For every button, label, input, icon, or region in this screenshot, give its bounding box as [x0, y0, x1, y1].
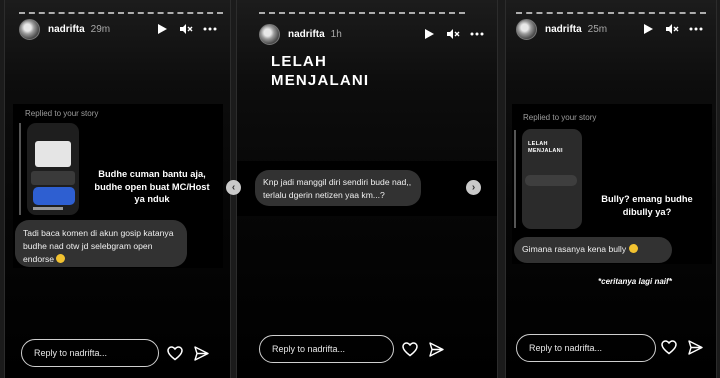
- footnote: *ceritanya lagi naif*: [598, 277, 672, 286]
- reply-input[interactable]: Reply to nadrifta...: [21, 339, 159, 367]
- reply-divider: [514, 130, 516, 228]
- story-caption: Budhe cuman bantu aja, budhe open buat M…: [94, 169, 210, 205]
- story-header: nadrifta 25m: [516, 17, 706, 41]
- thumbnail-title: LELAH MENJALANI: [528, 141, 563, 154]
- send-icon[interactable]: [686, 338, 704, 356]
- username[interactable]: nadrifta: [288, 29, 325, 40]
- story-panel-2[interactable]: nadrifta 1h LELAH MENJALANI Knp jadi man…: [236, 0, 498, 378]
- more-icon[interactable]: [200, 19, 220, 39]
- more-icon[interactable]: [467, 24, 487, 44]
- story-title-line-2: MENJALANI: [271, 71, 370, 89]
- story-time: 1h: [330, 28, 342, 40]
- avatar[interactable]: [19, 18, 40, 40]
- story-caption: Bully? emang budhe dibully ya?: [601, 194, 693, 217]
- avatar[interactable]: [259, 23, 280, 45]
- play-icon[interactable]: [419, 24, 439, 44]
- story-time: 25m: [587, 23, 608, 35]
- reply-input[interactable]: Reply to nadrifta...: [259, 335, 394, 363]
- smile-emoji-icon: [56, 253, 66, 263]
- message-text: Gimana rasanya kena bully: [522, 244, 627, 254]
- chevron-left-icon[interactable]: ‹: [226, 180, 241, 195]
- smile-emoji-icon: [628, 244, 638, 253]
- story-time: 29m: [90, 23, 111, 35]
- story-header: nadrifta 29m: [19, 17, 220, 41]
- mute-icon[interactable]: [662, 19, 682, 39]
- heart-icon[interactable]: [660, 338, 678, 356]
- story-thumbnail[interactable]: [27, 123, 79, 215]
- mute-icon[interactable]: [443, 24, 463, 44]
- reply-divider: [19, 123, 21, 215]
- avatar[interactable]: [516, 18, 537, 40]
- replied-label: Replied to your story: [523, 113, 597, 122]
- send-icon[interactable]: [192, 344, 210, 362]
- chevron-right-icon[interactable]: ›: [466, 180, 481, 195]
- story-title: LELAH MENJALANI: [271, 53, 369, 91]
- replied-label: Replied to your story: [25, 109, 99, 118]
- message-bubble: Gimana rasanya kena bully: [514, 237, 672, 263]
- mute-icon[interactable]: [176, 19, 196, 39]
- heart-icon[interactable]: [401, 340, 419, 358]
- story-progress-bar: [19, 12, 223, 14]
- heart-icon[interactable]: [166, 344, 184, 362]
- more-icon[interactable]: [686, 19, 706, 39]
- username[interactable]: nadrifta: [545, 24, 582, 35]
- story-panel-3[interactable]: nadrifta 25m Replied to your story LELAH…: [505, 0, 717, 378]
- message-text: Knp jadi manggil diri sendiri bude nad,,…: [263, 177, 412, 200]
- reply-input[interactable]: Reply to nadrifta...: [516, 334, 656, 362]
- story-title-line-1: LELAH: [271, 53, 327, 70]
- story-panel-1[interactable]: nadrifta 29m Replied to your story Budhe…: [4, 0, 231, 378]
- message-bubble: Tadi baca komen di akun gosip katanya bu…: [15, 220, 187, 267]
- story-progress-bar: [259, 12, 465, 14]
- message-bubble: Knp jadi manggil diri sendiri bude nad,,…: [255, 170, 421, 206]
- message-text: Tadi baca komen di akun gosip katanya bu…: [23, 228, 174, 264]
- story-progress-bar: [516, 12, 706, 14]
- play-icon[interactable]: [152, 19, 172, 39]
- story-header: nadrifta 1h: [259, 22, 487, 46]
- story-thumbnail[interactable]: LELAH MENJALANI: [522, 129, 582, 229]
- send-icon[interactable]: [427, 340, 445, 358]
- username[interactable]: nadrifta: [48, 24, 85, 35]
- play-icon[interactable]: [638, 19, 658, 39]
